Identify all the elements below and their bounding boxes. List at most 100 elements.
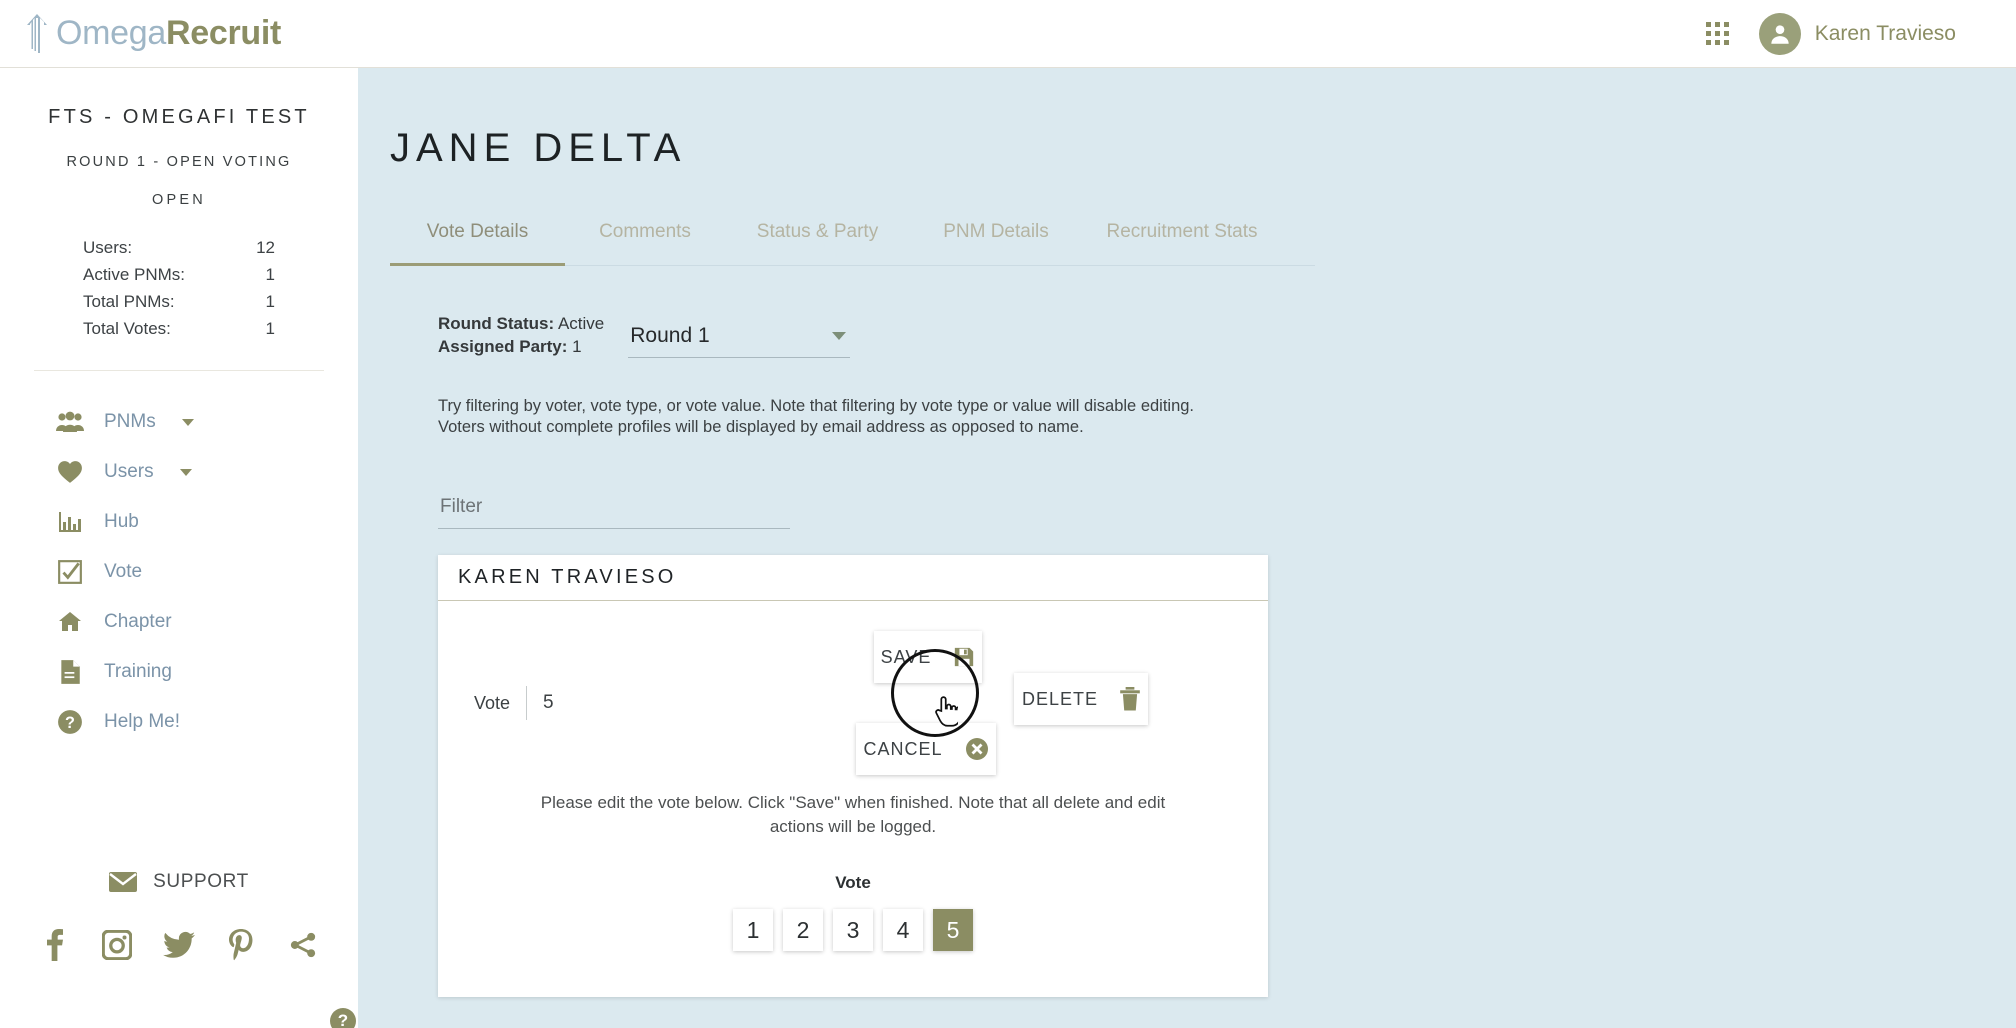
help-fab-button[interactable]: ? <box>330 1008 356 1028</box>
floppy-save-icon <box>953 646 975 668</box>
tab-comments[interactable]: Comments <box>565 215 725 265</box>
round-status-label: Round Status: <box>438 314 555 333</box>
envelope-icon <box>109 868 138 896</box>
stat-row: Total Votes: 1 <box>83 315 275 342</box>
brand-logo-group[interactable]: OmegaRecruit <box>0 11 281 57</box>
cancel-button-label: CANCEL <box>863 738 943 759</box>
brand-recruit-text: Recruit <box>166 14 282 52</box>
trash-icon <box>1120 687 1140 711</box>
save-button-label: SAVE <box>880 646 932 667</box>
filter-input[interactable] <box>438 496 790 529</box>
sidebar-item-chapter[interactable]: Chapter <box>0 597 358 647</box>
user-menu[interactable]: Karen Travieso <box>1758 12 1956 55</box>
vote-row-label: Vote <box>474 692 511 713</box>
vote-option-3[interactable]: 3 <box>833 909 873 951</box>
sidebar-item-hub[interactable]: Hub <box>0 497 358 547</box>
top-bar-right: Karen Travieso <box>1705 12 2016 55</box>
sidebar-item-label: Hub <box>104 511 139 532</box>
vote-card-body: Vote 5 SAVE DELETE CANCEL Please edit th… <box>438 601 1268 997</box>
stat-value: 1 <box>265 265 275 284</box>
delete-button[interactable]: DELETE <box>1014 673 1148 725</box>
round-status-value: Active <box>557 314 605 333</box>
vote-option-4[interactable]: 4 <box>883 909 923 951</box>
sidebar-item-label: Vote <box>104 561 143 582</box>
grid-apps-icon[interactable] <box>1705 22 1729 45</box>
brand-text: OmegaRecruit <box>56 14 281 53</box>
bar-chart-icon <box>56 508 84 536</box>
main-content: JANE DELTA Vote Details Comments Status … <box>358 68 2016 1028</box>
round-status-row: Round Status: Active Assigned Party: 1 R… <box>438 312 2016 358</box>
filter-field-wrap <box>438 496 790 529</box>
vote-option-1[interactable]: 1 <box>733 909 773 951</box>
stat-value: 12 <box>256 238 275 257</box>
share-icon[interactable] <box>286 928 320 962</box>
stat-label: Total PNMs: <box>83 292 175 311</box>
stat-row: Total PNMs: 1 <box>83 288 275 315</box>
tab-status-party[interactable]: Status & Party <box>725 215 910 265</box>
user-avatar-icon <box>1758 12 1801 55</box>
sidebar-item-users[interactable]: Users <box>0 447 358 497</box>
page-title: JANE DELTA <box>390 126 687 170</box>
round-select-dropdown[interactable]: Round 1 <box>628 324 851 358</box>
chevron-down-icon <box>179 468 192 476</box>
voter-name-header: KAREN TRAVIESO <box>438 555 1268 601</box>
org-title: FTS - OMEGAFI TEST <box>48 106 310 128</box>
people-group-icon <box>56 408 84 436</box>
round-select-value: Round 1 <box>630 324 710 347</box>
check-square-icon <box>56 558 84 586</box>
chevron-down-icon <box>832 332 847 340</box>
question-circle-icon: ? <box>56 708 84 736</box>
sidebar-item-label: Help Me! <box>104 711 181 732</box>
instagram-icon[interactable] <box>100 928 134 962</box>
sidebar-item-vote[interactable]: Vote <box>0 547 358 597</box>
stat-label: Users: <box>83 238 133 257</box>
tab-recruitment-stats[interactable]: Recruitment Stats <box>1082 215 1282 265</box>
sidebar-item-label: Chapter <box>104 611 172 632</box>
vote-option-2[interactable]: 2 <box>783 909 823 951</box>
round-open-status: OPEN <box>152 192 206 208</box>
cancel-button[interactable]: CANCEL <box>856 723 996 775</box>
sidebar-item-pnms[interactable]: PNMs <box>0 397 358 447</box>
facebook-icon[interactable] <box>38 928 72 962</box>
stat-label: Active PNMs: <box>83 265 186 284</box>
vote-picker-label: Vote <box>835 873 871 892</box>
brand-omega-text: Omega <box>56 14 166 52</box>
delete-button-label: DELETE <box>1021 688 1099 709</box>
x-circle-icon <box>965 737 989 761</box>
assigned-party-label: Assigned Party: <box>438 337 568 356</box>
arrow-up-column-icon <box>22 11 52 57</box>
vote-option-5-selected[interactable]: 5 <box>933 909 973 951</box>
round-title: ROUND 1 - OPEN VOTING <box>66 154 292 170</box>
chevron-down-icon <box>181 418 194 426</box>
vote-card: KAREN TRAVIESO Vote 5 SAVE DELETE CANCEL… <box>438 555 1268 997</box>
document-icon <box>56 658 84 686</box>
sidebar-item-label: Training <box>104 661 172 682</box>
sidebar-stats: Users: 12 Active PNMs: 1 Total PNMs: 1 T… <box>83 234 275 342</box>
sidebar-item-training[interactable]: Training <box>0 647 358 697</box>
round-status-block: Round Status: Active Assigned Party: 1 <box>438 312 604 358</box>
pinterest-icon[interactable] <box>224 928 258 962</box>
edit-note-text: Please edit the vote below. Click "Save"… <box>540 793 1166 836</box>
tab-vote-details[interactable]: Vote Details <box>390 215 565 265</box>
sidebar-item-label: PNMs <box>104 411 156 432</box>
user-name-label: Karen Travieso <box>1814 21 1956 45</box>
stat-label: Total Votes: <box>83 319 171 338</box>
sidebar: FTS - OMEGAFI TEST ROUND 1 - OPEN VOTING… <box>0 68 358 1028</box>
active-tab-underline <box>390 263 565 266</box>
stat-value: 1 <box>265 319 275 338</box>
stat-row: Users: 12 <box>83 234 275 261</box>
tab-bar: Vote Details Comments Status & Party PNM… <box>390 215 1315 266</box>
sidebar-item-label: Users <box>104 461 154 482</box>
save-button[interactable]: SAVE <box>874 631 982 683</box>
assigned-party-line: Assigned Party: 1 <box>438 335 604 358</box>
app-root: OmegaRecruit Karen Travieso FTS - OMEGAF… <box>0 0 2016 1028</box>
support-label: SUPPORT <box>153 871 249 892</box>
tab-pnm-details[interactable]: PNM Details <box>910 215 1082 265</box>
assigned-party-value: 1 <box>572 337 582 356</box>
support-link[interactable]: SUPPORT <box>0 868 358 896</box>
twitter-icon[interactable] <box>162 928 196 962</box>
round-status-line: Round Status: Active <box>438 312 604 335</box>
svg-text:?: ? <box>65 714 75 732</box>
vote-row: Vote 5 SAVE DELETE CANCEL <box>438 623 1268 783</box>
sidebar-item-help-me[interactable]: ? Help Me! <box>0 697 358 747</box>
